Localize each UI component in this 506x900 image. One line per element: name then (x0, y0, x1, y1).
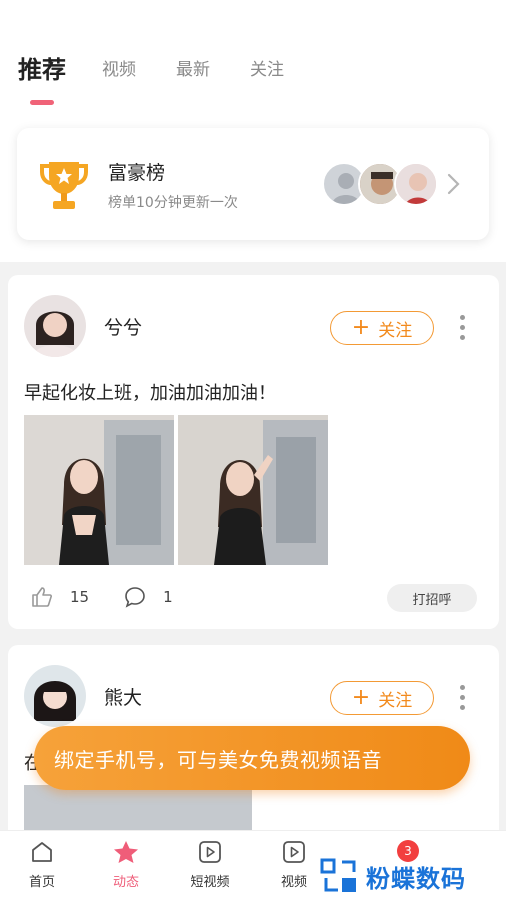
like-icon[interactable] (30, 585, 54, 609)
nav-label: 动态 (112, 875, 139, 890)
watermark-logo: 粉蝶数码 (320, 852, 506, 900)
post-photo[interactable] (178, 415, 328, 565)
follow-label: 关注 (378, 320, 413, 341)
nav-moments[interactable]: 动态 (91, 839, 161, 890)
nav-short-video[interactable]: 短视频 (175, 839, 245, 890)
post-photo[interactable] (24, 415, 174, 565)
follow-button[interactable]: + 关注 (330, 311, 434, 345)
chevron-right-icon (447, 173, 460, 195)
follow-button[interactable]: + 关注 (330, 681, 434, 715)
nav-label: 视频 (280, 875, 307, 890)
active-tab-indicator (30, 100, 54, 105)
avatar (394, 162, 438, 206)
avatar[interactable] (24, 665, 86, 727)
trophy-icon (40, 162, 88, 209)
rich-list-subtitle: 榜单10分钟更新一次 (108, 195, 238, 211)
more-options-icon[interactable] (460, 685, 466, 711)
nav-label: 首页 (28, 875, 55, 890)
plus-icon: + (351, 685, 371, 710)
rich-list-avatars (322, 162, 442, 208)
watermark-text: 粉蝶数码 (366, 864, 466, 893)
nav-video[interactable]: 视频 (259, 839, 329, 890)
bind-phone-banner[interactable]: 绑定手机号，可与美女免费视频语音 (34, 726, 470, 790)
top-header: 推荐 视频 最新 关注 富豪榜 榜单10分钟更新一次 (0, 0, 506, 262)
username[interactable]: 兮兮 (104, 313, 142, 340)
play-icon (199, 841, 221, 863)
greet-button[interactable]: 打招呼 (387, 584, 477, 612)
home-icon (32, 842, 52, 862)
tab-recommend[interactable]: 推荐 (18, 52, 66, 88)
nav-label: 短视频 (190, 875, 230, 890)
more-options-icon[interactable] (460, 315, 466, 341)
video-icon (283, 841, 305, 863)
username[interactable]: 熊大 (104, 683, 142, 710)
avatar[interactable] (24, 295, 86, 357)
post-card: 兮兮 + 关注 早起化妆上班，加油加油加油！ 15 1 打招呼 (8, 275, 499, 629)
tab-following[interactable]: 关注 (250, 52, 284, 88)
comment-icon[interactable] (123, 585, 147, 609)
rich-list-card[interactable]: 富豪榜 榜单10分钟更新一次 (17, 128, 489, 240)
post-text: 早起化妆上班，加油加油加油！ (24, 383, 276, 404)
like-count: 15 (70, 588, 90, 606)
comment-count: 1 (163, 588, 173, 606)
tab-video[interactable]: 视频 (102, 52, 136, 88)
plus-icon: + (351, 315, 371, 340)
post-stats: 15 1 (30, 585, 207, 609)
watermark-icon (320, 858, 356, 892)
star-icon (114, 841, 138, 863)
follow-label: 关注 (378, 690, 413, 711)
tab-latest[interactable]: 最新 (176, 52, 210, 88)
rich-list-title: 富豪榜 (108, 162, 166, 184)
feed-tabs: 推荐 视频 最新 关注 (18, 52, 324, 88)
nav-home[interactable]: 首页 (7, 839, 77, 890)
